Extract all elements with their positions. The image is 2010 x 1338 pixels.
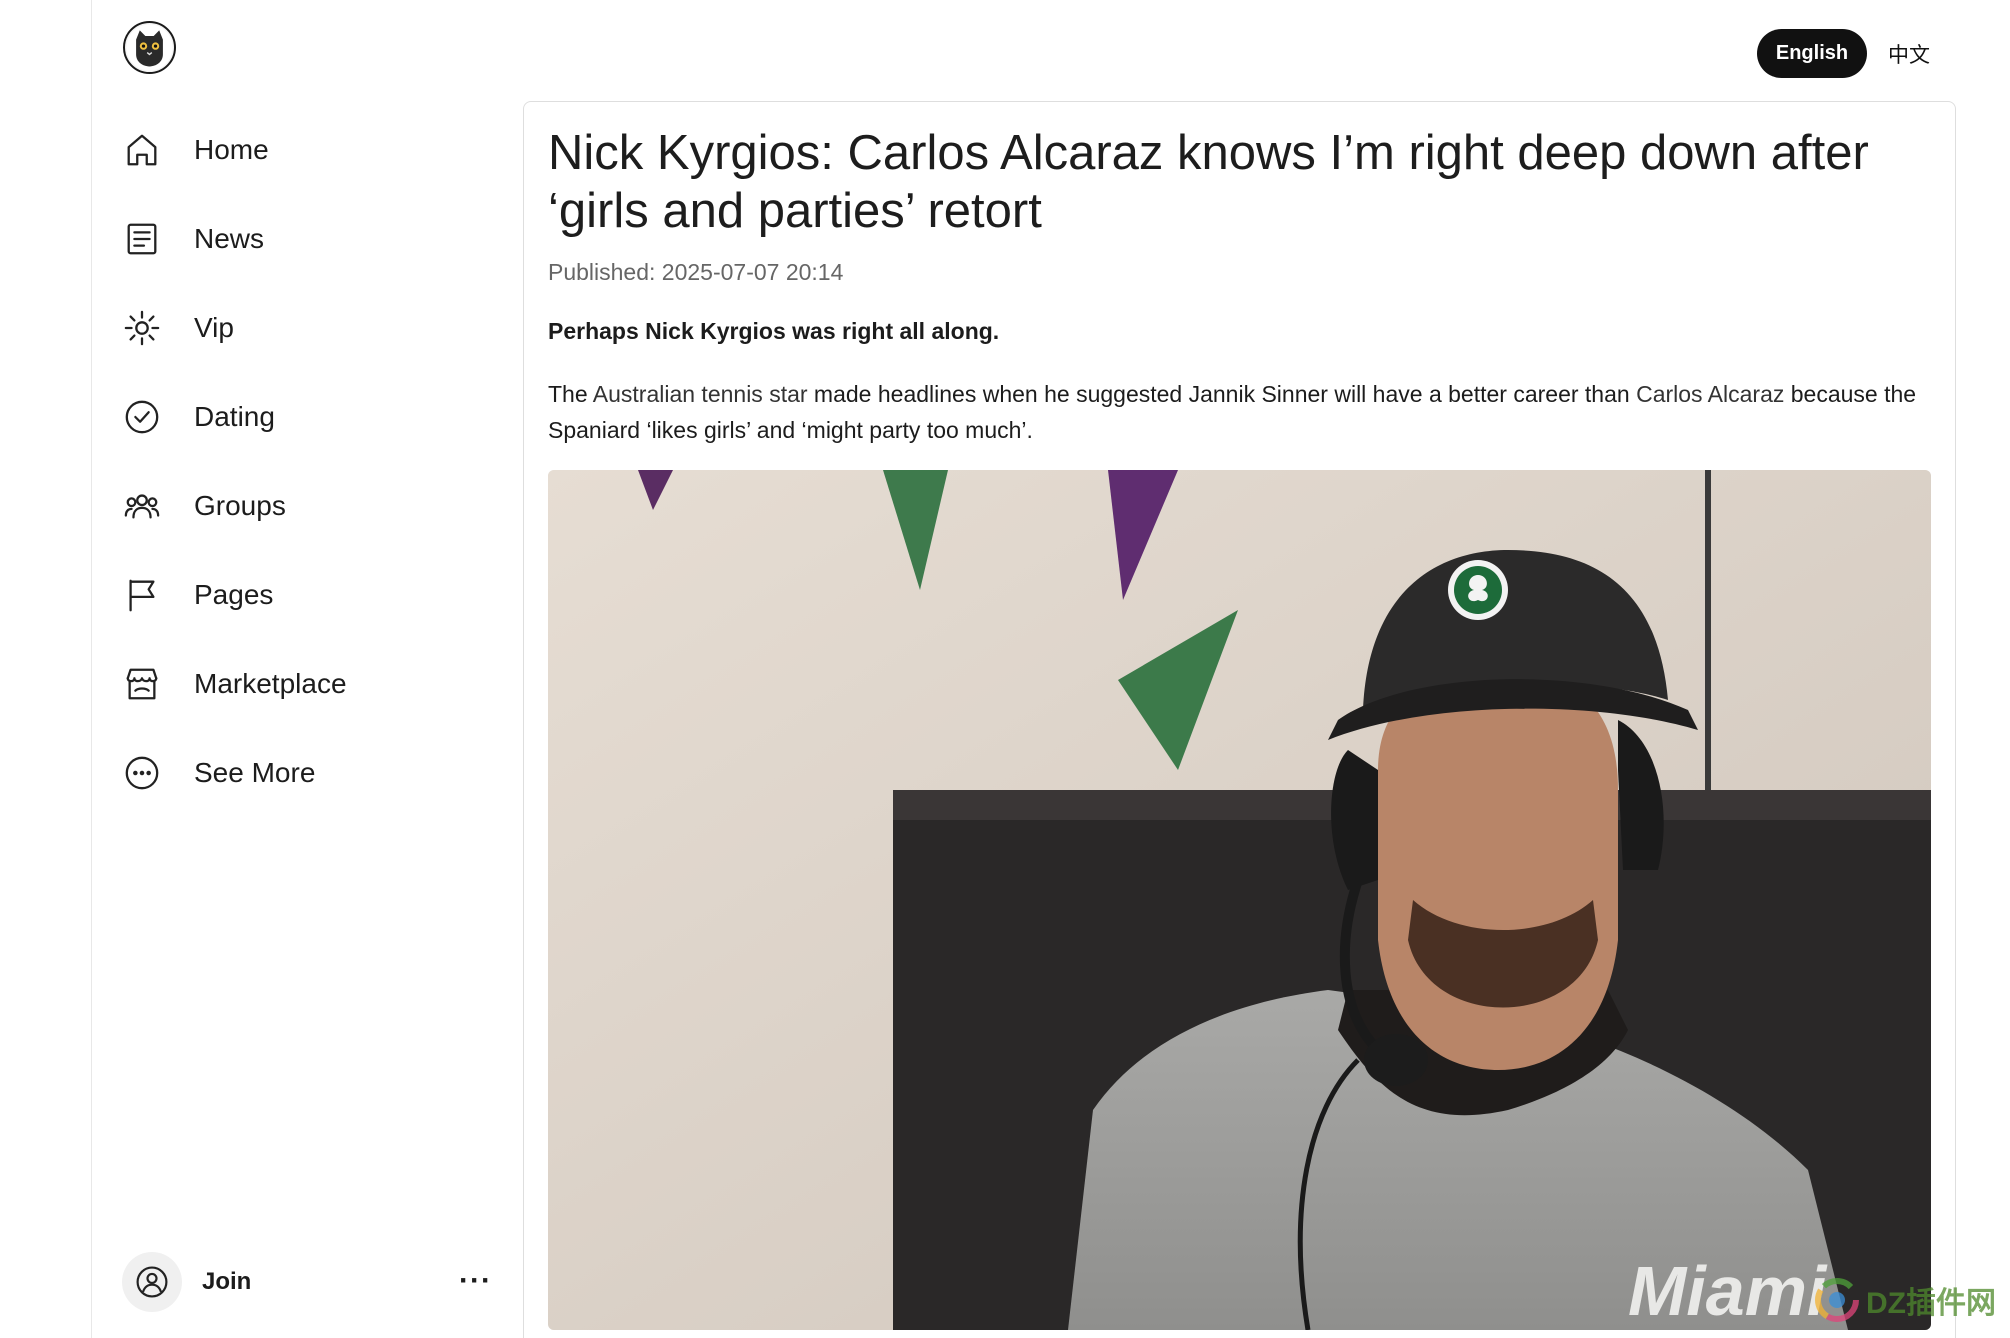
nav-item-label: Pages: [194, 578, 274, 610]
check-circle-icon: [122, 397, 162, 437]
published-date: Published: 2025-07-07 20:14: [548, 259, 844, 285]
nav-item-pages[interactable]: Pages: [122, 550, 502, 639]
user-circle-icon: [122, 1252, 182, 1312]
article-body: The Australian tennis star made headline…: [548, 376, 1938, 448]
watermark-text: DZ插件网: [1866, 1287, 1996, 1320]
link-carlos-alcaraz[interactable]: Carlos Alcaraz: [1636, 381, 1784, 407]
sun-icon: [122, 308, 162, 348]
nav-item-label: Home: [194, 133, 269, 165]
news-icon: [122, 219, 162, 259]
body-text-segment: made headlines when he suggested Jannik …: [807, 381, 1637, 407]
site-logo[interactable]: [123, 21, 176, 74]
body-text-segment: The: [548, 381, 593, 407]
language-english-button[interactable]: English: [1757, 29, 1867, 78]
nav-item-label: Vip: [194, 311, 234, 343]
sidebar: Home News Vip Dating Groups Pages Market…: [92, 0, 522, 1338]
nav-item-marketplace[interactable]: Marketplace: [122, 639, 502, 728]
nav-item-groups[interactable]: Groups: [122, 461, 502, 550]
nav-item-home[interactable]: Home: [122, 105, 502, 194]
more-options-button[interactable]: ···: [459, 1266, 492, 1296]
join-label: Join: [202, 1268, 252, 1295]
dz-plugin-logo-icon: [1815, 1278, 1859, 1322]
site-watermark: DZ插件网: [1812, 1272, 2002, 1328]
article-card: Nick Kyrgios: Carlos Alcaraz knows I’m r…: [523, 101, 1956, 1338]
cat-logo-icon: [126, 24, 173, 71]
nav-item-dating[interactable]: Dating: [122, 372, 502, 461]
nav-item-label: Groups: [194, 489, 286, 521]
join-row[interactable]: Join ···: [122, 1252, 502, 1312]
hero-photo-illustration: Miami: [548, 470, 1931, 1330]
nav-item-label: News: [194, 222, 265, 254]
language-chinese-button[interactable]: 中文: [1888, 29, 1930, 78]
flag-icon: [122, 575, 162, 615]
home-icon: [122, 130, 162, 170]
hero-sweatshirt-text: Miami: [1628, 1252, 1828, 1330]
article-lead: Perhaps Nick Kyrgios was right all along…: [548, 318, 1000, 344]
main-nav: Home News Vip Dating Groups Pages Market…: [122, 105, 502, 817]
left-gutter: [0, 0, 92, 1338]
nav-item-label: Marketplace: [194, 667, 347, 699]
store-icon: [122, 664, 162, 704]
nav-item-vip[interactable]: Vip: [122, 283, 502, 372]
nav-item-see-more[interactable]: See More: [122, 728, 502, 817]
link-australian-tennis-star[interactable]: Australian tennis star: [593, 381, 808, 407]
users-icon: [122, 486, 162, 526]
more-circle-icon: [122, 753, 162, 793]
nav-item-news[interactable]: News: [122, 194, 502, 283]
article-title: Nick Kyrgios: Carlos Alcaraz knows I’m r…: [548, 126, 1869, 238]
nav-item-label: See More: [194, 756, 316, 788]
nav-item-label: Dating: [194, 400, 275, 432]
hero-image: Miami: [548, 470, 1931, 1330]
